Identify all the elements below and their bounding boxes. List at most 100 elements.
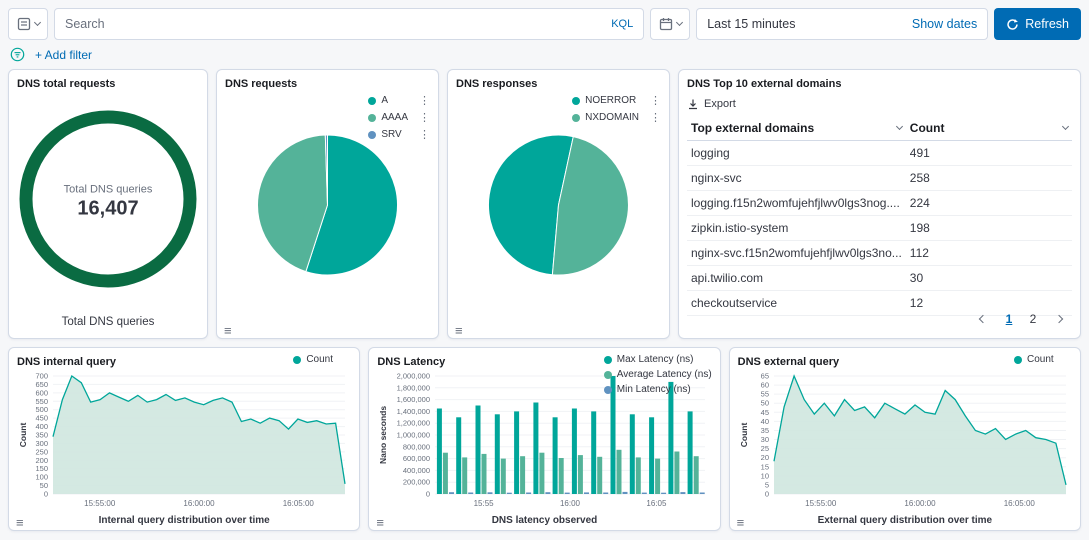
legend-options-icon[interactable]: ⋮: [413, 111, 430, 124]
svg-text:65: 65: [760, 372, 768, 381]
legend-toggle-icon[interactable]: ≡: [376, 516, 384, 529]
svg-text:550: 550: [35, 397, 48, 406]
time-range-value[interactable]: Last 15 minutes: [707, 17, 795, 31]
svg-text:500: 500: [35, 405, 48, 414]
saved-query-icon: [17, 17, 31, 31]
legend-color-dot: [1014, 356, 1022, 364]
legend-toggle-icon[interactable]: ≡: [16, 516, 24, 529]
panel-dns-responses: DNS responses NOERROR⋮NXDOMAIN⋮ ≡: [447, 69, 670, 339]
domains-table: Top external domains Count logging491ngi…: [687, 116, 1072, 316]
svg-text:1,800,000: 1,800,000: [397, 383, 430, 392]
svg-text:35: 35: [760, 426, 768, 435]
column-header-domains[interactable]: Top external domains: [687, 116, 906, 141]
domain-cell: zipkin.istio-system: [687, 216, 906, 241]
svg-text:50: 50: [40, 481, 48, 490]
show-dates-link[interactable]: Show dates: [912, 17, 977, 31]
external-query-chart[interactable]: 0510152025303540455055606515:55:0016:00:…: [738, 370, 1072, 510]
count-cell: 112: [906, 241, 1072, 266]
legend-toggle-icon[interactable]: ≡: [455, 324, 463, 337]
legend-toggle-icon[interactable]: ≡: [224, 324, 232, 337]
page-button[interactable]: 1: [998, 308, 1020, 330]
legend-toggle-icon[interactable]: ≡: [737, 516, 745, 529]
legend-options-icon[interactable]: ⋮: [413, 94, 430, 107]
saved-query-menu-button[interactable]: [8, 8, 48, 40]
gauge-center-text: Total DNS queries 16,407: [9, 183, 207, 220]
legend-color-dot: [368, 114, 376, 122]
time-range-picker[interactable]: Last 15 minutes Show dates: [696, 8, 988, 40]
chevron-down-icon: [676, 19, 683, 26]
legend-item[interactable]: Average Latency (ns): [604, 369, 712, 380]
gauge-value: 16,407: [9, 197, 207, 220]
sort-chevron-icon: [1062, 123, 1069, 130]
svg-text:400,000: 400,000: [403, 466, 430, 475]
download-icon: [687, 98, 699, 110]
legend-item[interactable]: Count: [1014, 354, 1072, 365]
legend-options-icon[interactable]: ⋮: [413, 128, 430, 141]
legend-options-icon[interactable]: ⋮: [644, 94, 661, 107]
search-input[interactable]: [65, 17, 603, 31]
prev-page-button[interactable]: [972, 308, 994, 330]
gauge-label: Total DNS queries: [9, 183, 207, 195]
legend-color-dot: [572, 114, 580, 122]
next-page-button[interactable]: [1048, 308, 1070, 330]
legend-item[interactable]: SRV⋮: [368, 128, 430, 141]
svg-text:1,400,000: 1,400,000: [397, 407, 430, 416]
panel-title: DNS total requests: [17, 78, 199, 90]
count-cell: 224: [906, 191, 1072, 216]
legend-item[interactable]: NXDOMAIN⋮: [572, 111, 661, 124]
svg-text:15:55: 15:55: [474, 499, 495, 508]
legend-item[interactable]: A⋮: [368, 94, 430, 107]
legend-color-dot: [293, 356, 301, 364]
svg-text:650: 650: [35, 380, 48, 389]
gauge-bottom-label: Total DNS queries: [9, 316, 207, 328]
legend-color-dot: [604, 386, 612, 394]
kql-syntax-selector[interactable]: KQL: [611, 18, 633, 30]
dns-responses-pie[interactable]: [456, 92, 661, 318]
legend-color-dot: [604, 371, 612, 379]
panel-title: DNS Top 10 external domains: [687, 78, 1072, 90]
pagination: 12: [972, 308, 1070, 330]
dashboard-row-1: DNS total requests Total DNS queries 16,…: [8, 69, 1081, 339]
count-cell: 198: [906, 216, 1072, 241]
svg-text:15:55:00: 15:55:00: [805, 499, 837, 508]
svg-text:15: 15: [760, 462, 768, 471]
legend-label: AAAA: [381, 112, 408, 123]
svg-text:200: 200: [35, 456, 48, 465]
legend-item[interactable]: Max Latency (ns): [604, 354, 712, 365]
table-row[interactable]: nginx-svc258: [687, 166, 1072, 191]
legend-label: A: [381, 95, 388, 106]
panel-dns-latency: DNS Latency Max Latency (ns)Average Late…: [368, 347, 720, 531]
legend: NOERROR⋮ NXDOMAIN⋮: [572, 94, 661, 124]
legend-color-dot: [368, 131, 376, 139]
calendar-button[interactable]: [650, 8, 690, 40]
svg-text:20: 20: [760, 453, 768, 462]
svg-text:10: 10: [760, 471, 768, 480]
legend-item[interactable]: Min Latency (ns): [604, 384, 712, 395]
table-row[interactable]: logging.f15n2womfujehfjlwv0lgs3nog....22…: [687, 191, 1072, 216]
legend-item[interactable]: AAAA ⋮: [368, 111, 430, 124]
legend-item[interactable]: NOERROR⋮: [572, 94, 661, 107]
legend-options-icon[interactable]: ⋮: [644, 111, 661, 124]
table-row[interactable]: api.twilio.com30: [687, 266, 1072, 291]
table-row[interactable]: zipkin.istio-system198: [687, 216, 1072, 241]
page-button[interactable]: 2: [1022, 308, 1044, 330]
internal-query-chart[interactable]: 0501001502002503003504004505005506006507…: [17, 370, 351, 510]
svg-text:5: 5: [764, 480, 768, 489]
svg-text:400: 400: [35, 422, 48, 431]
export-link[interactable]: Export: [687, 98, 1072, 110]
legend-label: Count: [306, 354, 333, 365]
add-filter-link[interactable]: + Add filter: [35, 48, 92, 62]
svg-text:300: 300: [35, 439, 48, 448]
svg-text:0: 0: [44, 490, 48, 499]
table-row[interactable]: logging491: [687, 141, 1072, 166]
column-header-count[interactable]: Count: [906, 116, 1072, 141]
svg-text:16:05:00: 16:05:00: [1003, 499, 1035, 508]
domains-table-body: logging491nginx-svc258logging.f15n2womfu…: [687, 141, 1072, 316]
filter-bar: + Add filter: [0, 40, 1089, 67]
refresh-button[interactable]: Refresh: [994, 8, 1081, 40]
filter-set-icon[interactable]: [10, 47, 25, 62]
legend-item[interactable]: Count: [293, 354, 351, 365]
svg-text:700: 700: [35, 372, 48, 381]
table-row[interactable]: nginx-svc.f15n2womfujehfjlwv0lgs3no...11…: [687, 241, 1072, 266]
svg-text:600,000: 600,000: [403, 454, 430, 463]
